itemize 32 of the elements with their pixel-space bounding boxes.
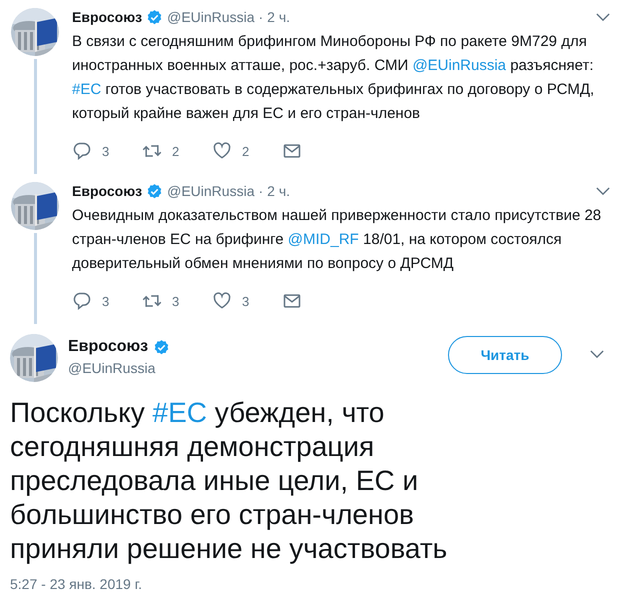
action-count: 3 bbox=[242, 294, 250, 308]
tweet-text: Поскольку #ЕС убежден, что сегодняшняя демонстрация преследовала иные цели, ЕС и большинство его стран-членов приняли решение не участвовать bbox=[10, 396, 448, 566]
separator-dot: · bbox=[258, 183, 264, 199]
chevron-down-icon[interactable] bbox=[596, 12, 610, 22]
hashtag-link[interactable]: #ЕС bbox=[152, 397, 207, 428]
tweet-text: В связи с сегодняшним брифингом Минобороны РФ по ракете 9М729 для иностранных военных атташе, рос.+заруб. СМИ @EUinRussia разъясняет: #ЕС готов участвовать в содержательных брифингах по договору о РСМД, который крайне важен для ЕС и его стран-членов bbox=[72, 32, 596, 124]
action-count: 2 bbox=[242, 144, 250, 158]
action-count: 3 bbox=[102, 294, 110, 308]
mention-link[interactable]: @EUinRussia bbox=[412, 57, 506, 74]
chevron-down-icon[interactable] bbox=[596, 186, 610, 196]
display-name[interactable]: Евросоюз bbox=[72, 9, 142, 25]
separator-dot: · bbox=[258, 9, 264, 25]
timestamp[interactable]: 2 ч. bbox=[267, 183, 290, 199]
follow-button[interactable]: Читать bbox=[448, 336, 562, 374]
user-handle[interactable]: @EUinRussia bbox=[167, 9, 254, 25]
user-handle[interactable]: @EUinRussia bbox=[68, 358, 170, 378]
display-name[interactable]: Евросоюз bbox=[68, 336, 148, 358]
chevron-down-icon[interactable] bbox=[590, 350, 604, 359]
action-count: 3 bbox=[172, 294, 180, 308]
heart-icon[interactable] bbox=[212, 141, 232, 161]
reply-icon[interactable] bbox=[72, 291, 92, 311]
heart-icon[interactable] bbox=[212, 291, 232, 311]
action-count: 2 bbox=[172, 144, 180, 158]
hashtag-link[interactable]: #ЕС bbox=[72, 81, 102, 98]
user-handle[interactable]: @EUinRussia bbox=[167, 183, 254, 199]
display-name[interactable]: Евросоюз bbox=[72, 183, 142, 199]
reply-icon[interactable] bbox=[72, 141, 92, 161]
timestamp: 5:27 - 23 янв. 2019 г. bbox=[10, 576, 144, 592]
action-count: 3 bbox=[102, 144, 110, 158]
mention-link[interactable]: @MID_RF bbox=[288, 231, 359, 248]
tweet-text: Очевидным доказательством нашей приверженности стало присутствие 28 стран-членов ЕС на брифинге @MID_RF 18/01, на котором состоялся доверительный обмен мнениями по вопросу о ДРСМД bbox=[72, 206, 602, 274]
timestamp[interactable]: 2 ч. bbox=[267, 9, 290, 25]
